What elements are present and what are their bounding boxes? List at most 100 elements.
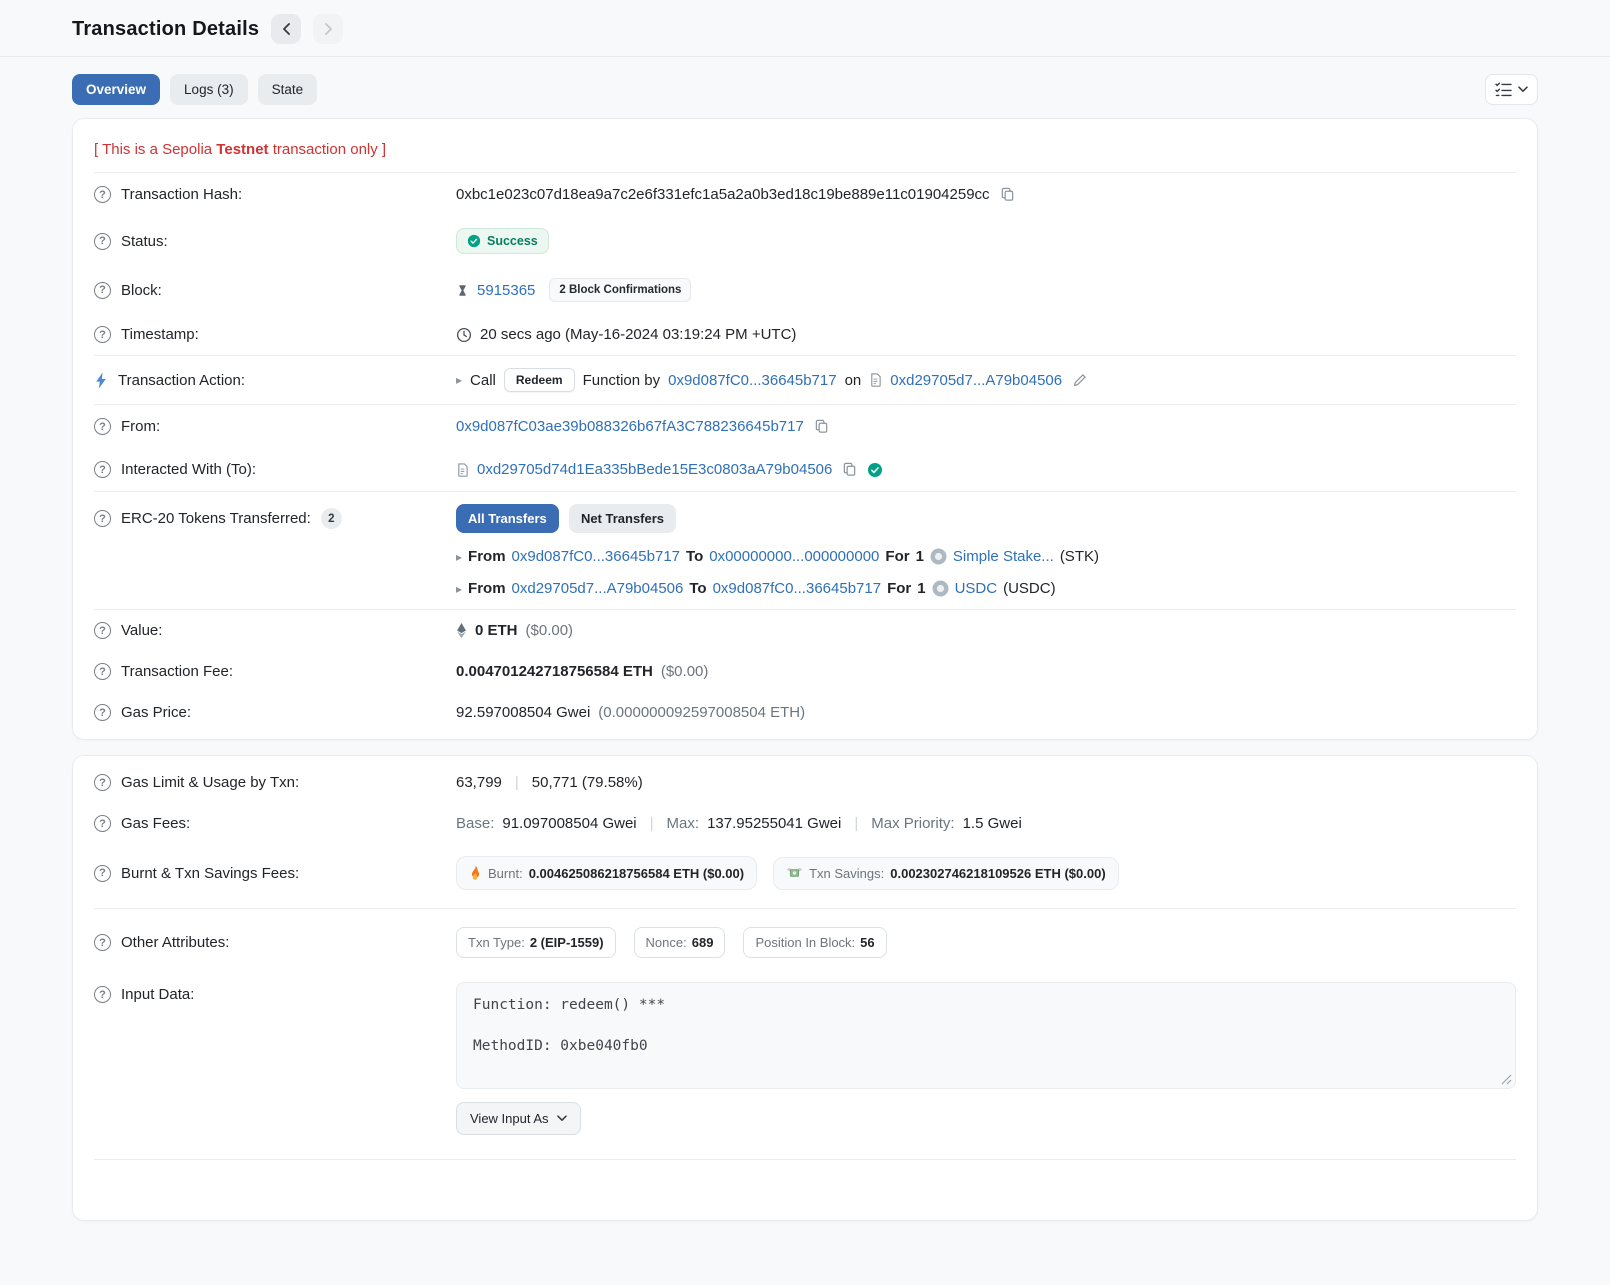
next-transaction-button[interactable] xyxy=(313,14,343,44)
input-data-textarea[interactable]: Function: redeem() *** MethodID: 0xbe040… xyxy=(456,982,1516,1089)
erc20-label: ERC-20 Tokens Transferred: xyxy=(121,510,311,527)
transaction-fee-usd: ($0.00) xyxy=(661,663,709,680)
to-address-link[interactable]: 0xd29705d74d1Ea335bBede15E3c0803aA79b045… xyxy=(477,461,832,478)
action-from-link[interactable]: 0x9d087fC0...36645b717 xyxy=(668,372,836,389)
help-icon: ? xyxy=(94,663,111,680)
txn-savings-value: 0.002302746218109526 ETH ($0.00) xyxy=(890,866,1105,881)
tab-state[interactable]: State xyxy=(258,74,318,105)
input-data-line2: MethodID: 0xbe040fb0 xyxy=(473,1038,1499,1054)
action-call-text: Call xyxy=(470,372,496,389)
transfer-row: ▸ From 0x9d087fC0...36645b717 To 0x00000… xyxy=(456,548,1516,565)
tab-logs[interactable]: Logs (3) xyxy=(170,74,248,105)
burnt-value: 0.004625086218756584 ETH ($0.00) xyxy=(529,866,744,881)
row-other-attributes: ? Other Attributes: Txn Type: 2 (EIP-155… xyxy=(94,915,1516,970)
copy-to-address-button[interactable] xyxy=(840,460,859,479)
expand-caret-icon[interactable]: ▸ xyxy=(456,550,462,564)
row-timestamp: ? Timestamp: 20 secs ago (May-16-2024 03… xyxy=(94,314,1516,355)
gas-limit-value: 63,799 xyxy=(456,774,502,791)
all-transfers-button[interactable]: All Transfers xyxy=(456,504,559,533)
from-address-link[interactable]: 0x9d087fC03ae39b088326b67fA3C788236645b7… xyxy=(456,418,804,435)
row-transaction-hash: ? Transaction Hash: 0xbc1e023c07d18ea9a7… xyxy=(94,173,1516,216)
token-symbol: (STK) xyxy=(1060,548,1099,565)
overview-card: [ This is a Sepolia Testnet transaction … xyxy=(72,118,1538,740)
transfer-amount: 1 xyxy=(917,580,925,597)
chevron-right-icon xyxy=(324,23,333,35)
transfer-to-word: To xyxy=(689,580,706,597)
page-title: Transaction Details xyxy=(72,18,259,41)
tabs-row: Overview Logs (3) State xyxy=(72,74,1538,105)
checklist-icon xyxy=(1495,82,1512,97)
from-label: From: xyxy=(121,418,160,435)
copy-tx-hash-button[interactable] xyxy=(998,185,1017,204)
eth-icon xyxy=(456,622,467,639)
transfer-to-link[interactable]: 0x00000000...000000000 xyxy=(709,548,879,565)
transfer-from-word: From xyxy=(468,548,506,565)
help-icon: ? xyxy=(94,510,111,527)
copy-icon xyxy=(842,462,857,477)
resize-handle[interactable] xyxy=(1501,1074,1512,1085)
transfer-for-word: For xyxy=(887,580,911,597)
row-value: ? Value: 0 ETH ($0.00) xyxy=(94,610,1516,651)
transfer-from-word: From xyxy=(468,580,506,597)
copy-icon xyxy=(814,419,829,434)
transfer-row: ▸ From 0xd29705d7...A79b04506 To 0x9d087… xyxy=(456,580,1516,597)
header-divider xyxy=(0,56,1610,57)
net-transfers-button[interactable]: Net Transfers xyxy=(569,504,676,533)
copy-from-address-button[interactable] xyxy=(812,417,831,436)
position-in-block-badge: Position In Block: 56 xyxy=(743,927,886,958)
fire-icon xyxy=(469,865,482,881)
row-gas-limit: ? Gas Limit & Usage by Txn: 63,799 | 50,… xyxy=(94,762,1516,803)
nonce-badge: Nonce: 689 xyxy=(634,927,726,958)
edit-note-button[interactable] xyxy=(1070,370,1090,390)
transaction-fee-amount: 0.004701242718756584 ETH xyxy=(456,663,653,680)
value-amount: 0 ETH xyxy=(475,622,518,639)
block-number-link[interactable]: 5915365 xyxy=(477,282,535,299)
action-on-text: on xyxy=(845,372,862,389)
display-options-button[interactable] xyxy=(1485,74,1538,105)
value-label: Value: xyxy=(121,622,162,639)
txn-type-key: Txn Type: xyxy=(468,935,525,950)
transfer-to-word: To xyxy=(686,548,703,565)
method-badge: Redeem xyxy=(504,368,575,392)
divider xyxy=(94,908,1516,909)
expand-caret-icon[interactable]: ▸ xyxy=(456,373,462,387)
action-contract-link[interactable]: 0xd29705d7...A79b04506 xyxy=(890,372,1062,389)
help-icon: ? xyxy=(94,865,111,882)
block-confirmations-badge: 2 Block Confirmations xyxy=(549,278,691,302)
transaction-action-label: Transaction Action: xyxy=(118,372,245,389)
row-burnt-savings: ? Burnt & Txn Savings Fees: Burnt: 0.004… xyxy=(94,844,1516,902)
input-data-line1: Function: redeem() *** xyxy=(473,997,1499,1013)
transfer-from-link[interactable]: 0xd29705d7...A79b04506 xyxy=(512,580,684,597)
help-icon: ? xyxy=(94,186,111,203)
prev-transaction-button[interactable] xyxy=(271,14,301,44)
burnt-key: Burnt: xyxy=(488,866,523,881)
tx-hash-label: Transaction Hash: xyxy=(121,186,242,203)
max-priority-fee-value: 1.5 Gwei xyxy=(963,815,1022,832)
tab-overview[interactable]: Overview xyxy=(72,74,160,105)
help-icon: ? xyxy=(94,282,111,299)
base-fee-value: 91.097008504 Gwei xyxy=(502,815,636,832)
token-name-link[interactable]: Simple Stake... xyxy=(953,548,1054,565)
gas-price-amount: 92.597008504 Gwei xyxy=(456,704,590,721)
token-name-link[interactable]: USDC xyxy=(955,580,998,597)
transfer-to-link[interactable]: 0x9d087fC0...36645b717 xyxy=(713,580,881,597)
row-status: ? Status: Success xyxy=(94,216,1516,266)
token-icon xyxy=(932,580,949,597)
help-icon: ? xyxy=(94,774,111,791)
row-block: ? Block: 5915365 2 Block Confirmations xyxy=(94,266,1516,314)
help-icon: ? xyxy=(94,704,111,721)
nonce-key: Nonce: xyxy=(646,935,687,950)
burnt-savings-label: Burnt & Txn Savings Fees: xyxy=(121,865,299,882)
max-priority-fee-key: Max Priority: xyxy=(871,815,954,832)
block-label: Block: xyxy=(121,282,162,299)
token-symbol: (USDC) xyxy=(1003,580,1056,597)
expand-caret-icon[interactable]: ▸ xyxy=(456,582,462,596)
txn-type-value: 2 (EIP-1559) xyxy=(530,935,604,950)
row-interacted-with: ? Interacted With (To): 0xd29705d74d1Ea3… xyxy=(94,448,1516,491)
other-attributes-label: Other Attributes: xyxy=(121,934,229,951)
nonce-value: 689 xyxy=(692,935,714,950)
verified-check-icon xyxy=(867,462,883,478)
view-input-as-button[interactable]: View Input As xyxy=(456,1102,581,1135)
transfer-from-link[interactable]: 0x9d087fC0...36645b717 xyxy=(512,548,680,565)
position-value: 56 xyxy=(860,935,874,950)
